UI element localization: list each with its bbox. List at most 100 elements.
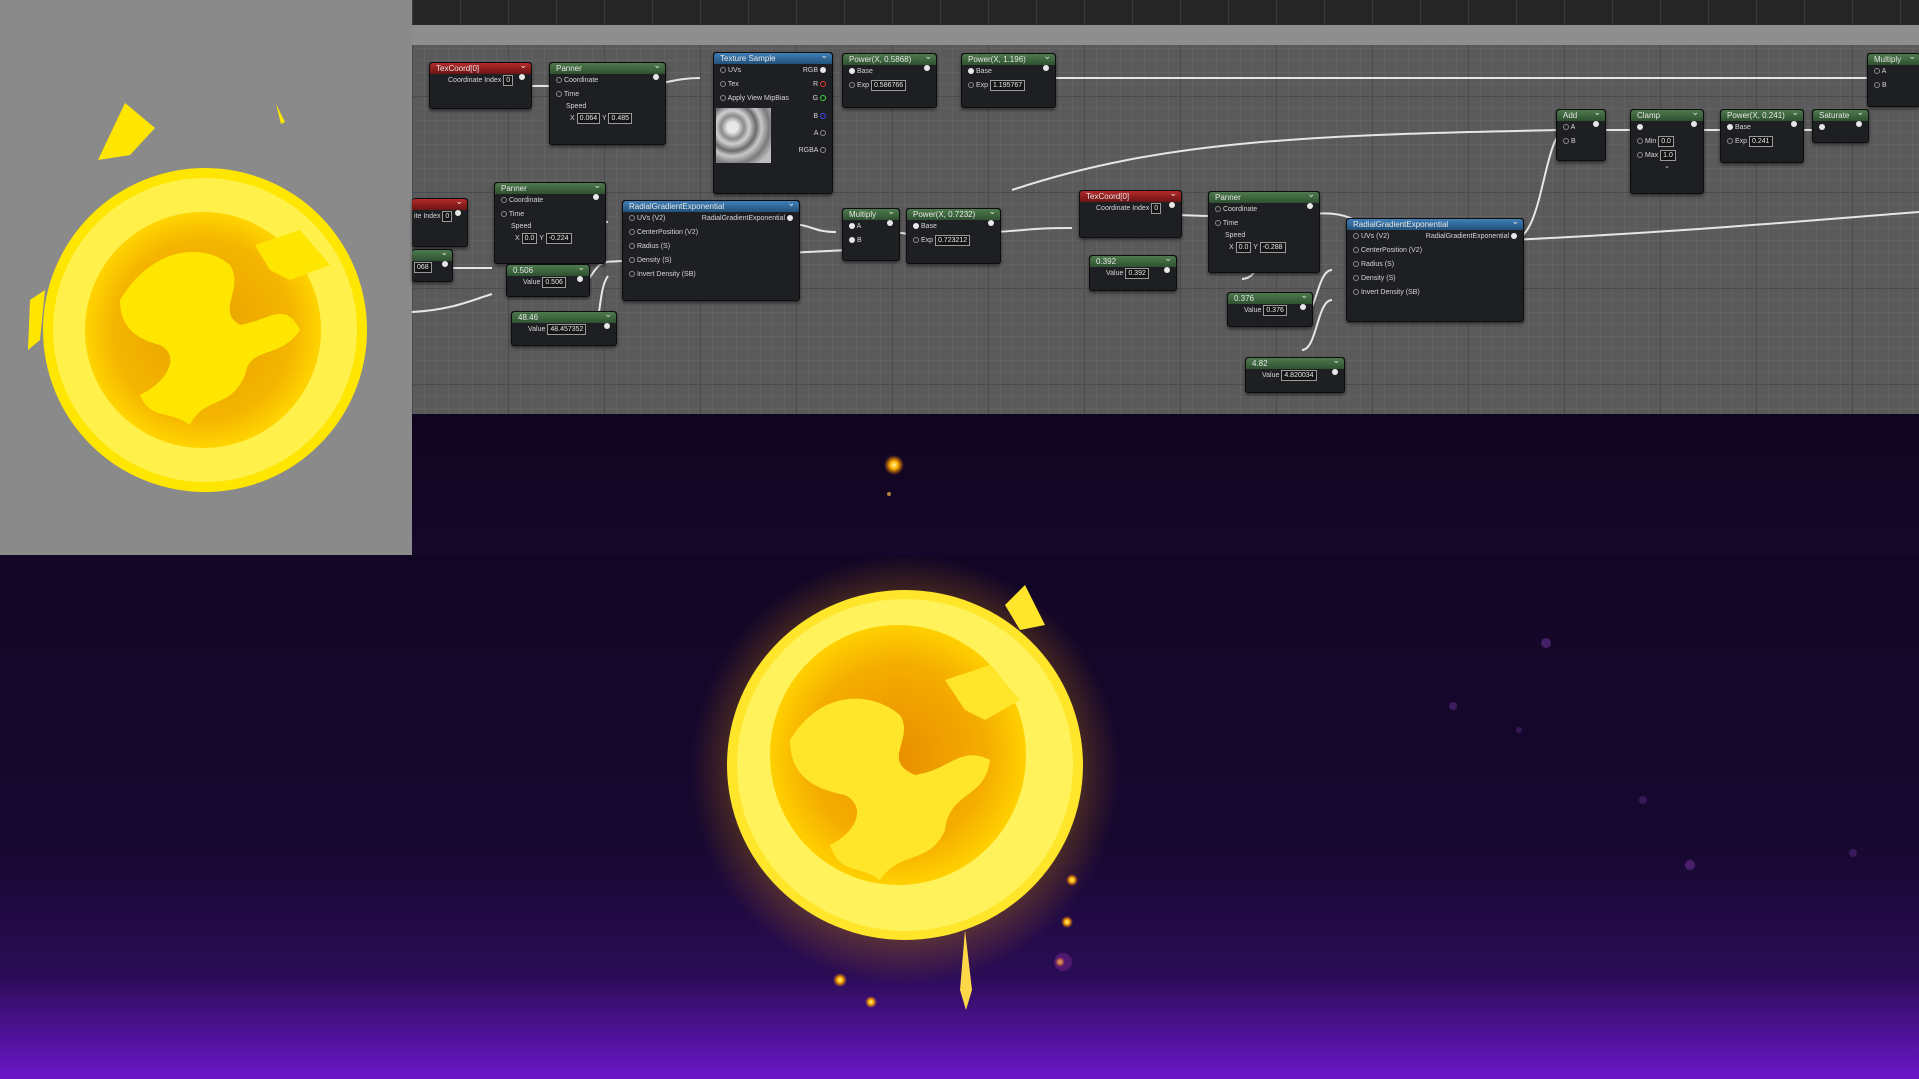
- min-field[interactable]: 0.0: [1658, 135, 1674, 147]
- input-pin[interactable]: [968, 68, 974, 75]
- output-pin[interactable]: [1691, 121, 1697, 127]
- output-pin[interactable]: [820, 95, 826, 102]
- input-pin[interactable]: [913, 223, 919, 230]
- exp-field[interactable]: 0.586766: [870, 79, 907, 91]
- output-pin[interactable]: [1043, 65, 1049, 71]
- texcoord-node-2[interactable]: TexCoord[0] Coordinate Index 0: [1079, 190, 1182, 238]
- input-pin[interactable]: [1727, 138, 1733, 145]
- output-pin[interactable]: [988, 220, 994, 226]
- constant-node-4846[interactable]: 48.46 Value 48.457352: [511, 311, 617, 346]
- input-pin[interactable]: [629, 215, 635, 222]
- input-pin[interactable]: [968, 82, 974, 89]
- input-pin[interactable]: [1563, 124, 1569, 131]
- input-pin[interactable]: [1819, 124, 1825, 131]
- radial-gradient-node-1[interactable]: RadialGradientExponential UVs (V2) Radial…: [622, 200, 800, 301]
- input-pin[interactable]: [1353, 233, 1359, 240]
- max-field[interactable]: 1.0: [1660, 149, 1676, 161]
- output-pin[interactable]: [577, 276, 583, 282]
- value-field[interactable]: 48.457352: [547, 323, 587, 335]
- output-pin[interactable]: [820, 147, 826, 154]
- output-pin[interactable]: [1164, 267, 1170, 273]
- input-pin[interactable]: [1563, 138, 1569, 145]
- input-pin[interactable]: [849, 68, 855, 75]
- panner-node-1[interactable]: Panner Coordinate Time Speed X 0.064 Y 0…: [549, 62, 666, 145]
- output-pin[interactable]: [820, 67, 826, 74]
- output-pin[interactable]: [1791, 121, 1797, 127]
- 3d-viewport[interactable]: [0, 555, 1919, 1079]
- input-pin[interactable]: [556, 77, 562, 84]
- output-pin[interactable]: [604, 323, 610, 329]
- input-pin[interactable]: [501, 211, 507, 218]
- input-pin[interactable]: [720, 81, 726, 88]
- coordinate-index-field[interactable]: 0: [503, 74, 514, 86]
- coordinate-index-field[interactable]: 0: [1151, 202, 1162, 214]
- output-pin[interactable]: [519, 74, 525, 80]
- input-pin[interactable]: [1874, 68, 1880, 75]
- input-pin[interactable]: [1637, 138, 1643, 145]
- exp-field[interactable]: 0.241: [1748, 135, 1773, 147]
- power-node-1[interactable]: Power(X, 0.5868) Base Exp 0.586766: [842, 53, 937, 108]
- texture-sample-node[interactable]: Texture Sample UVs RGB Tex R Apply View Mi…: [713, 52, 833, 194]
- output-pin[interactable]: [787, 215, 793, 222]
- input-pin[interactable]: [1874, 82, 1880, 89]
- coordinate-index-field[interactable]: 0: [442, 210, 453, 222]
- input-pin[interactable]: [629, 257, 635, 264]
- output-pin[interactable]: [820, 113, 826, 120]
- constant-node-0392[interactable]: 0.392 Value 0.392: [1089, 255, 1177, 291]
- input-pin[interactable]: [629, 271, 635, 278]
- value-field[interactable]: 0.392: [1125, 267, 1149, 279]
- input-pin[interactable]: [849, 82, 855, 89]
- constant-node-0506[interactable]: 0.506 Value 0.506: [506, 264, 590, 297]
- output-pin[interactable]: [1593, 121, 1599, 127]
- input-pin[interactable]: [1727, 124, 1733, 131]
- output-pin[interactable]: [1169, 202, 1175, 208]
- panner-node-2[interactable]: Panner Coordinate Time Speed X 0.0 Y -0.…: [494, 182, 606, 264]
- power-node-4[interactable]: Power(X, 0.241) Base Exp 0.241: [1720, 109, 1804, 163]
- constant-node-partial[interactable]: 068: [412, 249, 453, 282]
- output-pin[interactable]: [455, 210, 461, 216]
- power-node-3[interactable]: Power(X, 0.7232) Base Exp 0.723212: [906, 208, 1001, 264]
- input-pin[interactable]: [1353, 261, 1359, 268]
- value-field[interactable]: 0.376: [1263, 304, 1287, 316]
- radial-gradient-node-2[interactable]: RadialGradientExponential UVs (V2) Radial…: [1346, 218, 1524, 322]
- panner-node-3[interactable]: Panner Coordinate Time Speed X 0.0 Y -0.…: [1208, 191, 1320, 273]
- input-pin[interactable]: [720, 95, 726, 102]
- output-pin[interactable]: [653, 74, 659, 80]
- input-pin[interactable]: [849, 223, 855, 230]
- output-pin[interactable]: [1856, 121, 1862, 127]
- exp-field[interactable]: 0.723212: [934, 234, 971, 246]
- multiply-node-1[interactable]: Multiply A B: [842, 208, 900, 261]
- speed-x-field[interactable]: 0.0: [521, 232, 538, 244]
- constant-node-0376[interactable]: 0.376 Value 0.376: [1227, 292, 1313, 327]
- constant-node-482[interactable]: 4.82 Value 4.820034: [1245, 357, 1345, 393]
- speed-x-field[interactable]: 0.064: [576, 112, 601, 124]
- input-pin[interactable]: [849, 237, 855, 244]
- clamp-node[interactable]: Clamp Min 0.0 Max 1.0 ⌄: [1630, 109, 1704, 194]
- output-pin[interactable]: [820, 81, 826, 88]
- output-pin[interactable]: [593, 194, 599, 200]
- value-field[interactable]: 4.820034: [1281, 369, 1317, 381]
- power-node-2[interactable]: Power(X, 1.196) Base Exp 1.195767: [961, 53, 1056, 108]
- output-pin[interactable]: [1511, 233, 1517, 240]
- add-node[interactable]: Add A B: [1556, 109, 1606, 161]
- input-pin[interactable]: [501, 197, 507, 204]
- speed-y-field[interactable]: 0.485: [608, 112, 633, 124]
- speed-y-field[interactable]: -0.288: [1259, 241, 1286, 253]
- input-pin[interactable]: [913, 237, 919, 244]
- input-pin[interactable]: [1353, 247, 1359, 254]
- input-pin[interactable]: [1215, 220, 1221, 227]
- input-pin[interactable]: [1637, 124, 1643, 131]
- input-pin[interactable]: [1637, 152, 1643, 159]
- output-pin[interactable]: [1307, 203, 1313, 209]
- input-pin[interactable]: [629, 229, 635, 236]
- output-pin[interactable]: [442, 261, 448, 267]
- output-pin[interactable]: [924, 65, 930, 71]
- saturate-node[interactable]: Saturate: [1812, 109, 1869, 143]
- value-field[interactable]: 0.506: [542, 276, 566, 288]
- input-pin[interactable]: [629, 243, 635, 250]
- input-pin[interactable]: [1215, 206, 1221, 213]
- texcoord-node-1[interactable]: TexCoord[0] Coordinate Index 0: [429, 62, 532, 109]
- input-pin[interactable]: [720, 67, 726, 74]
- speed-x-field[interactable]: 0.0: [1235, 241, 1252, 253]
- speed-y-field[interactable]: -0.224: [545, 232, 572, 244]
